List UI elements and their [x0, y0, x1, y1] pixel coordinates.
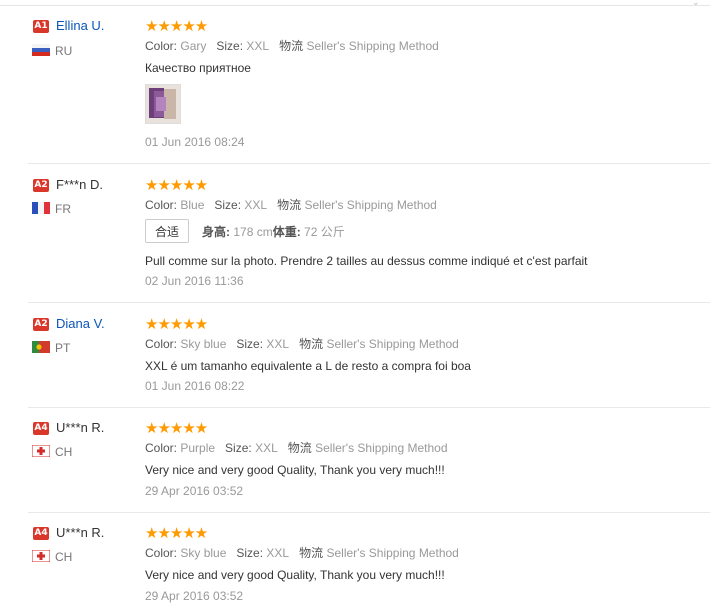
- star-rating: ★★★★★: [145, 419, 208, 437]
- buyer-name: U***n R.: [56, 525, 105, 540]
- star-rating: ★★★★★: [145, 176, 208, 194]
- review-item: A2 Diana V. PT ★★★★★ Color: Sky blue Size…: [0, 303, 710, 408]
- country-code: CH: [55, 550, 73, 564]
- corner-expand-icon[interactable]: ⌄: [692, 0, 702, 7]
- review-item: A1 Ellina U. RU ★★★★★ Color: Gary Size: X…: [0, 6, 710, 164]
- review-item: A2 F***n D. FR ★★★★★ Color: Blue Size: XX…: [0, 164, 710, 303]
- flag-ch-icon: [32, 445, 50, 457]
- buyer-level-badge: A2: [33, 318, 49, 331]
- order-info: Color: Sky blue Size: XXL 物流 Seller's Ship…: [145, 337, 459, 351]
- review-item: A4 U***n R. CH ★★★★★ Color: Sky blue Size…: [0, 513, 710, 611]
- star-rating: ★★★★★: [145, 524, 208, 542]
- review-photo-thumbnail[interactable]: [145, 84, 181, 124]
- star-rating: ★★★★★: [145, 315, 208, 333]
- review-date: 29 Apr 2016 03:52: [145, 589, 244, 603]
- buyer-name: F***n D.: [56, 177, 103, 192]
- order-info: Color: Gary Size: XXL 物流 Seller's Shipping…: [145, 39, 439, 53]
- review-item: A4 U***n R. CH ★★★★★ Color: Purple Size: …: [0, 408, 710, 513]
- country-code: FR: [55, 202, 71, 216]
- order-info: Color: Sky blue Size: XXL 物流 Seller's Ship…: [145, 546, 459, 560]
- buyer-level-badge: A4: [33, 527, 49, 540]
- buyer-level-badge: A2: [33, 179, 49, 192]
- flag-fr-icon: [32, 202, 50, 214]
- review-date: 01 Jun 2016 08:22: [145, 379, 245, 393]
- country-code: CH: [55, 445, 73, 459]
- buyer-level-badge: A1: [33, 20, 49, 33]
- flag-ru-icon: [32, 44, 50, 56]
- country-code: PT: [55, 341, 71, 355]
- review-date: 01 Jun 2016 08:24: [145, 135, 245, 149]
- country-code: RU: [55, 44, 73, 58]
- review-date: 02 Jun 2016 11:36: [145, 274, 244, 288]
- order-info: Color: Blue Size: XXL 物流 Seller's Shipping…: [145, 198, 437, 212]
- buyer-name[interactable]: Diana V.: [56, 316, 105, 332]
- review-text: XXL é um tamanho equivalente a L de rest…: [145, 359, 471, 373]
- star-rating: ★★★★★: [145, 17, 208, 35]
- review-date: 29 Apr 2016 03:52: [145, 484, 244, 498]
- buyer-name[interactable]: Ellina U.: [56, 18, 104, 34]
- review-text: Pull comme sur la photo. Prendre 2 taill…: [145, 254, 588, 268]
- review-text: Very nice and very good Quality, Thank y…: [145, 568, 445, 582]
- review-text: Very nice and very good Quality, Thank y…: [145, 463, 445, 477]
- buyer-name: U***n R.: [56, 420, 105, 435]
- fit-tag: 合适: [145, 219, 189, 243]
- order-info: Color: Purple Size: XXL 物流 Seller's Shippi…: [145, 441, 448, 455]
- buyer-level-badge: A4: [33, 422, 49, 435]
- body-measurements: 身高: 178 cm体重: 72 公斤: [202, 225, 345, 239]
- review-text: Качество приятное: [145, 61, 251, 75]
- flag-pt-icon: [32, 341, 50, 353]
- flag-ch-icon: [32, 550, 50, 562]
